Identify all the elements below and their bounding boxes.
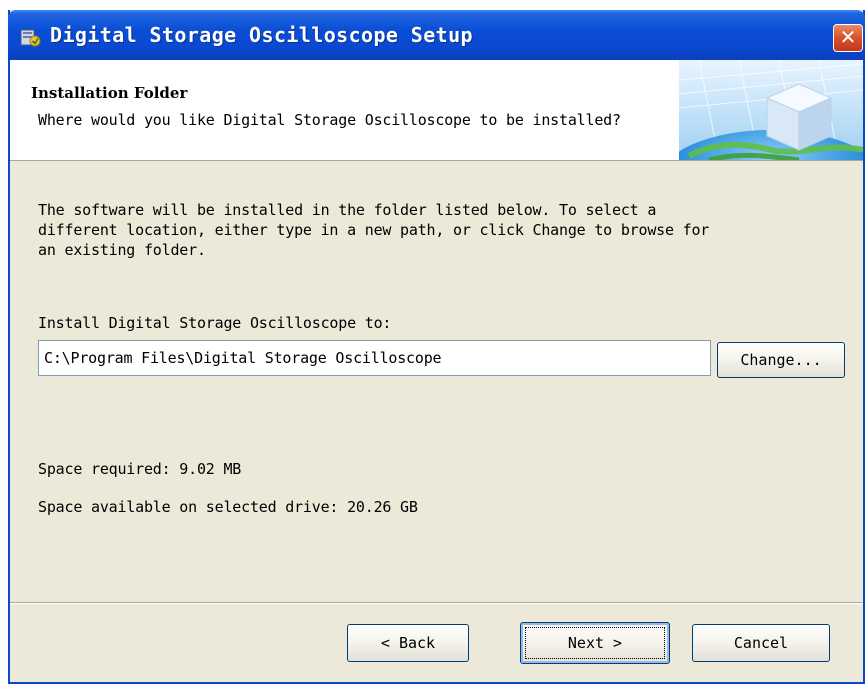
- cancel-button[interactable]: Cancel: [692, 624, 830, 662]
- footer-divider: [10, 602, 863, 604]
- globe-cube-graphic: [679, 60, 863, 160]
- next-button[interactable]: Next >: [520, 622, 670, 664]
- page-title: Installation Folder: [31, 84, 188, 102]
- install-location-label: Install Digital Storage Oscilloscope to:: [38, 314, 392, 332]
- change-button[interactable]: Change...: [717, 342, 845, 378]
- setup-icon: [20, 29, 41, 47]
- close-button[interactable]: ✕: [833, 24, 863, 52]
- setup-window: Digital Storage Oscilloscope Setup ✕ Ins…: [8, 10, 865, 684]
- install-path-field[interactable]: [38, 340, 711, 376]
- space-required-text: Space required: 9.02 MB: [38, 460, 242, 478]
- title-bar[interactable]: Digital Storage Oscilloscope Setup ✕: [8, 10, 865, 60]
- window-title: Digital Storage Oscilloscope Setup: [50, 23, 473, 47]
- header-banner: Installation Folder Where would you like…: [10, 60, 863, 161]
- page-subtitle: Where would you like Digital Storage Osc…: [38, 111, 621, 129]
- install-description: The software will be installed in the fo…: [38, 201, 710, 259]
- focus-indicator: [525, 627, 665, 659]
- back-button[interactable]: < Back: [347, 624, 469, 662]
- space-available-text: Space available on selected drive: 20.26…: [38, 498, 418, 516]
